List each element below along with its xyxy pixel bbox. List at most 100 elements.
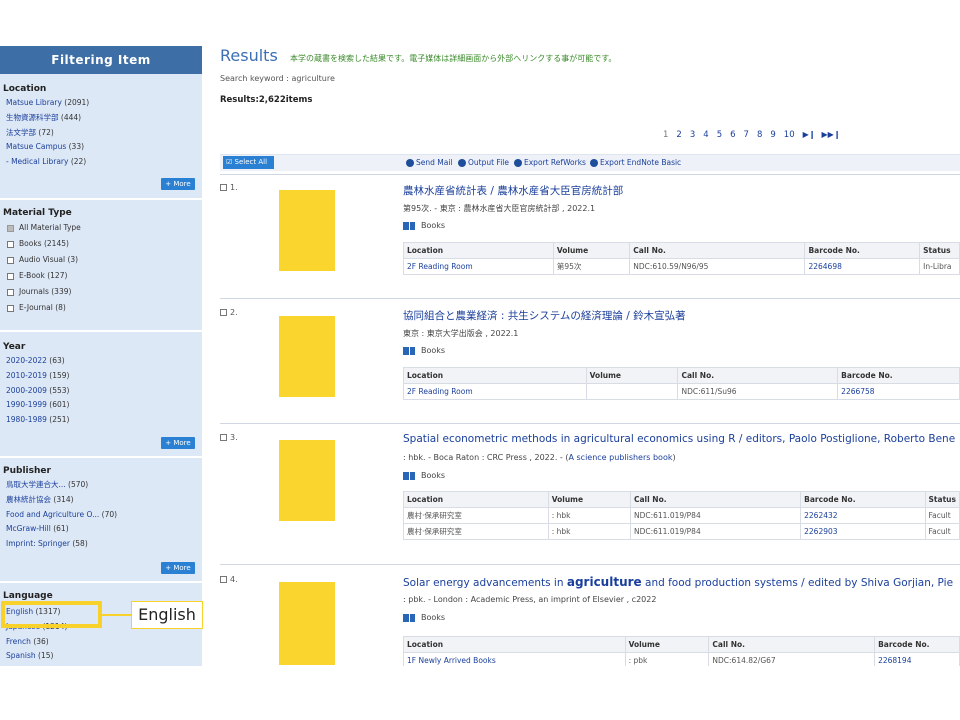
- location-link[interactable]: 2F Reading Room: [403, 258, 554, 275]
- result-checkbox[interactable]: 2.: [220, 308, 238, 317]
- material-type: Books: [403, 221, 445, 230]
- location-item[interactable]: - Medical Library (22): [0, 155, 202, 170]
- page-title: Results: [220, 46, 278, 65]
- publisher-item[interactable]: McGraw-Hill (61): [0, 522, 202, 537]
- page-link[interactable]: 2: [676, 130, 681, 140]
- next-page-icon[interactable]: ▶❙: [803, 130, 816, 140]
- location-item[interactable]: 生物資源科学部 (444): [0, 111, 202, 126]
- book-cover-thumbnail[interactable]: [279, 440, 335, 521]
- series-link[interactable]: A science publishers book: [568, 453, 672, 462]
- result-publication: : hbk. - Boca Raton : CRC Press , 2022. …: [403, 453, 676, 462]
- location-item[interactable]: Matsue Library (2091): [0, 96, 202, 111]
- col-header: Volume: [585, 367, 679, 384]
- export-icon: [590, 158, 598, 167]
- location-link[interactable]: 2F Reading Room: [403, 383, 587, 400]
- volume-cell: 第95次: [552, 258, 631, 275]
- page-link[interactable]: 5: [717, 130, 722, 140]
- page-link[interactable]: 3: [690, 130, 695, 140]
- checkbox[interactable]: [7, 304, 14, 312]
- result-publication: : pbk. - London : Academic Press, an imp…: [403, 595, 657, 604]
- page-footer-blank: [0, 666, 960, 720]
- material-type-item[interactable]: E-Book (127): [0, 268, 202, 284]
- barcode-link[interactable]: 2262432: [800, 507, 926, 524]
- publisher-item[interactable]: 鳥取大学連合大... (570): [0, 478, 202, 493]
- result-title[interactable]: 農林水産省統計表 / 農林水産省大臣官房統計部: [403, 183, 623, 198]
- year-more-button[interactable]: + More: [161, 437, 195, 449]
- file-icon: [458, 158, 466, 167]
- result-title[interactable]: Solar energy advancements in agriculture…: [403, 575, 953, 589]
- page-link[interactable]: 9: [770, 130, 775, 140]
- pagination: 1 2 3 4 5 6 7 8 9 10 ▶❙ ▶▶❙: [663, 130, 847, 140]
- divider: [0, 330, 202, 332]
- material-type-item[interactable]: E-Journal (8): [0, 300, 202, 316]
- checkbox[interactable]: [7, 288, 14, 296]
- book-cover-thumbnail[interactable]: [279, 582, 335, 665]
- col-header: Location: [403, 367, 587, 384]
- table-row: 2F Reading Room NDC:611/Su96 2266758: [403, 383, 960, 400]
- export-refworks-button[interactable]: Export RefWorks: [514, 158, 586, 167]
- output-file-button[interactable]: Output File: [458, 158, 509, 167]
- publisher-more-button[interactable]: + More: [161, 562, 195, 574]
- page-link[interactable]: 10: [784, 130, 795, 140]
- language-item-spanish[interactable]: Spanish (15): [0, 649, 202, 664]
- col-header: Volume: [552, 242, 631, 259]
- location-item[interactable]: Matsue Campus (33): [0, 140, 202, 155]
- col-header: Call No.: [629, 491, 802, 508]
- material-type-item[interactable]: Journals (339): [0, 284, 202, 300]
- facet-publisher: Publisher 鳥取大学連合大... (570) 農林統計協会 (314) …: [0, 464, 202, 552]
- checkbox[interactable]: [7, 272, 14, 280]
- year-item[interactable]: 1990-1999 (601): [0, 398, 202, 413]
- book-icon: [403, 613, 415, 622]
- col-header: Call No.: [629, 242, 806, 259]
- export-endnote-button[interactable]: Export EndNote Basic: [590, 158, 681, 167]
- status-cell: Facult: [924, 523, 960, 540]
- page-link[interactable]: 6: [730, 130, 735, 140]
- publisher-item[interactable]: Food and Agriculture O... (70): [0, 508, 202, 523]
- last-page-icon[interactable]: ▶▶❙: [821, 130, 840, 140]
- location-more-button[interactable]: + More: [161, 178, 195, 190]
- book-cover-thumbnail[interactable]: [279, 316, 335, 397]
- result-title[interactable]: Spatial econometric methods in agricultu…: [403, 433, 955, 445]
- table-row: 2F Reading Room 第95次 NDC:610.59/N96/95 2…: [403, 258, 960, 275]
- divider: [0, 456, 202, 458]
- export-icon: [514, 158, 522, 167]
- send-mail-button[interactable]: Send Mail: [406, 158, 453, 167]
- status-cell: In-Libra: [919, 258, 960, 275]
- publisher-item[interactable]: Imprint: Springer (58): [0, 537, 202, 552]
- barcode-link[interactable]: 2262903: [800, 523, 926, 540]
- result-checkbox[interactable]: 1.: [220, 183, 238, 192]
- divider: [0, 581, 202, 583]
- result-title[interactable]: 協同組合と農業経済 : 共生システムの経済理論 / 鈴木宣弘著: [403, 308, 686, 323]
- material-type-item[interactable]: Audio Visual (3): [0, 252, 202, 268]
- language-item-french[interactable]: French (36): [0, 635, 202, 650]
- facet-year: Year 2020-2022 (63) 2010-2019 (159) 2000…: [0, 340, 202, 428]
- year-item[interactable]: 2010-2019 (159): [0, 369, 202, 384]
- col-header: Barcode No.: [874, 636, 960, 653]
- results-toolbar: ☑ Select All Send Mail Output File Expor…: [220, 154, 960, 171]
- page-link[interactable]: 8: [757, 130, 762, 140]
- material-type-item[interactable]: All Material Type: [0, 220, 202, 236]
- barcode-link[interactable]: 2266758: [837, 383, 960, 400]
- book-cover-thumbnail[interactable]: [279, 190, 335, 271]
- col-header: Call No.: [708, 636, 876, 653]
- year-item[interactable]: 1980-1989 (251): [0, 413, 202, 428]
- facet-title-publisher: Publisher: [3, 466, 51, 476]
- divider: [220, 564, 960, 565]
- page-link[interactable]: 1: [663, 130, 668, 140]
- material-type-item[interactable]: Books (2145): [0, 236, 202, 252]
- checkbox[interactable]: [7, 224, 14, 232]
- result-checkbox[interactable]: 3.: [220, 433, 238, 442]
- year-item[interactable]: 2020-2022 (63): [0, 354, 202, 369]
- checkbox[interactable]: [7, 240, 14, 248]
- barcode-link[interactable]: 2264698: [804, 258, 921, 275]
- page-link[interactable]: 4: [703, 130, 708, 140]
- facet-location: Location Matsue Library (2091) 生物資源科学部 (…: [0, 82, 202, 170]
- results-count: Results:2,622items: [220, 95, 313, 105]
- select-all-button[interactable]: ☑ Select All: [223, 156, 274, 169]
- location-item[interactable]: 法文学部 (72): [0, 126, 202, 141]
- publisher-item[interactable]: 農林統計協会 (314): [0, 493, 202, 508]
- checkbox[interactable]: [7, 256, 14, 264]
- result-checkbox[interactable]: 4.: [220, 575, 238, 584]
- year-item[interactable]: 2000-2009 (553): [0, 384, 202, 399]
- page-link[interactable]: 7: [744, 130, 749, 140]
